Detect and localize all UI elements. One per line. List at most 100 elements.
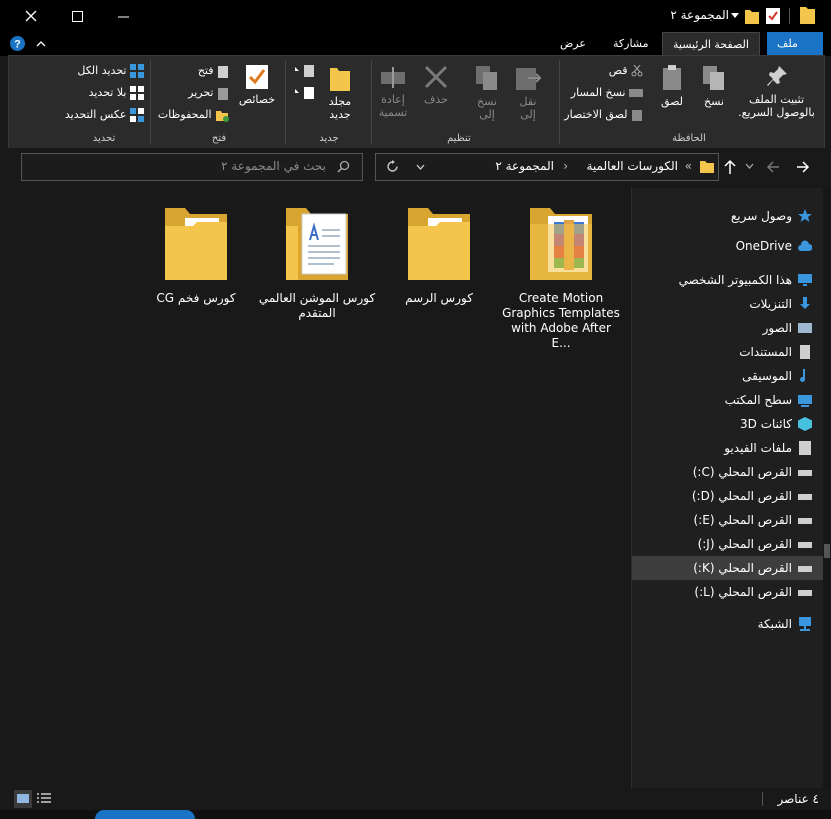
documents-icon	[800, 345, 810, 359]
sidebar-item[interactable]: القرص المحلي (C:)	[693, 460, 812, 484]
item-count: ٤ عناصر	[777, 792, 819, 806]
qat-dropdown-icon[interactable]	[731, 13, 739, 19]
close-button[interactable]	[8, 0, 54, 32]
new-folder-button[interactable]: مجلد جديد	[324, 64, 356, 121]
invert-selection-button[interactable]: عكس التحديد	[65, 108, 144, 122]
pin-icon	[766, 66, 787, 86]
copy-to-icon	[476, 66, 497, 90]
easy-access-icon[interactable]	[294, 86, 316, 100]
sidebar-item[interactable]: هذا الكمبيوتر الشخصي	[679, 268, 812, 292]
clipboard-group-label: الحافظة	[672, 133, 706, 144]
qat-properties-icon[interactable]	[766, 8, 780, 24]
file-name: كورس فخم CG	[156, 291, 236, 305]
minimize-button[interactable]	[100, 0, 146, 32]
star-icon	[798, 209, 812, 222]
paste-shortcut-icon	[632, 110, 642, 121]
ribbon-separator	[285, 60, 286, 144]
rename-button[interactable]: إعادة تسمية	[375, 64, 411, 119]
sidebar-item[interactable]: كائنات 3D	[740, 412, 812, 436]
new-item-icon[interactable]	[294, 64, 316, 78]
address-bar[interactable]: « الكورسات العالمية › المجموعة ٢	[375, 153, 719, 181]
collapse-ribbon-icon[interactable]	[36, 41, 46, 47]
file-item[interactable]: Create Motion Graphics Templates with Ad…	[502, 202, 620, 351]
breadcrumb-item[interactable]: الكورسات العالمية	[586, 159, 678, 173]
search-placeholder: بحث في المجموعة ٢	[221, 159, 326, 173]
sidebar-item[interactable]: الشبكة	[758, 612, 812, 636]
tab-home[interactable]: الصفحة الرئيسية	[662, 32, 760, 56]
sidebar-item-label: ملفات الفيديو	[724, 441, 792, 455]
cloud-icon	[798, 240, 812, 251]
file-item[interactable]: كورس الموشن العالمي المتقدم	[258, 202, 376, 321]
organize-group-label: تنظيم	[447, 133, 471, 144]
address-dropdown-icon[interactable]	[416, 164, 425, 170]
help-icon[interactable]: ?	[10, 36, 25, 51]
tab-share[interactable]: مشاركة	[603, 32, 659, 56]
search-input[interactable]: بحث في المجموعة ٢	[21, 153, 363, 181]
copy-to-label: نسخ إلى	[477, 95, 497, 121]
tab-view[interactable]: عرض	[550, 32, 596, 56]
sidebar-item[interactable]: سطح المكتب	[725, 388, 812, 412]
back-arrow-icon[interactable]	[766, 160, 780, 174]
sidebar-item[interactable]: وصول سريع	[731, 204, 812, 228]
file-item[interactable]: كورس الرسم	[380, 202, 498, 306]
select-all-button[interactable]: تحديد الكل	[77, 64, 144, 78]
select-none-button[interactable]: بلا تحديد	[89, 86, 144, 100]
sidebar-item[interactable]: القرص المحلي (L:)	[694, 580, 812, 604]
rename-icon	[381, 67, 405, 88]
open-label: فتح	[197, 64, 214, 77]
maximize-button[interactable]	[54, 0, 100, 32]
file-item[interactable]: كورس فخم CG	[137, 202, 255, 306]
drive-icon	[798, 470, 812, 476]
delete-button[interactable]: حذف	[421, 64, 451, 106]
breadcrumb-item[interactable]: المجموعة ٢	[495, 159, 554, 173]
open-button[interactable]: فتح	[198, 64, 229, 78]
tab-file[interactable]: ملف	[767, 32, 823, 56]
sidebar-item[interactable]: القرص المحلي (K:)	[632, 556, 824, 580]
copy-button[interactable]: نسخ	[699, 64, 729, 108]
move-to-button[interactable]: نقل إلى	[513, 64, 543, 121]
rename-label: إعادة تسمية	[378, 93, 408, 119]
copy-path-button[interactable]: نسخ المسار	[571, 86, 643, 99]
sidebar-item[interactable]: المستندات	[739, 340, 812, 364]
new-group-label: جديد	[319, 133, 339, 144]
copy-to-button[interactable]: نسخ إلى	[472, 64, 502, 121]
sidebar-item[interactable]: القرص المحلي (D:)	[692, 484, 812, 508]
scrollbar[interactable]	[823, 188, 831, 788]
taskbar-button[interactable]	[95, 810, 195, 819]
properties-button[interactable]: خصائص	[237, 64, 277, 106]
paste-button[interactable]: لصق	[657, 64, 687, 108]
scrollbar-thumb[interactable]	[824, 544, 830, 558]
sidebar-item[interactable]: القرص المحلي (E:)	[694, 508, 812, 532]
forward-arrow-icon[interactable]	[796, 160, 810, 174]
sidebar-item-label: الموسيقى	[742, 369, 792, 383]
sidebar-item[interactable]: OneDrive	[736, 234, 812, 258]
history-button[interactable]: المحفوظات	[158, 108, 229, 122]
large-icons-view-icon[interactable]	[14, 790, 32, 808]
up-arrow-icon[interactable]	[724, 159, 736, 175]
pin-quick-access-button[interactable]: تثبيت الملف بالوصول السريع.	[734, 64, 819, 119]
refresh-icon[interactable]	[386, 160, 399, 173]
sidebar-item[interactable]: القرص المحلي (J:)	[698, 532, 812, 556]
edit-button[interactable]: تحرير	[188, 86, 229, 100]
qat-folder-icon[interactable]	[745, 8, 759, 24]
sidebar-item[interactable]: ملفات الفيديو	[724, 436, 812, 460]
ribbon-separator	[371, 60, 372, 144]
open-icon	[218, 65, 228, 78]
details-view-icon[interactable]	[36, 792, 52, 806]
sidebar-item[interactable]: التنزيلات	[749, 292, 812, 316]
recent-locations-icon[interactable]	[745, 163, 754, 169]
properties-icon	[246, 65, 268, 89]
app-folder-icon	[800, 7, 815, 24]
history-label: المحفوظات	[157, 108, 212, 121]
sidebar-item[interactable]: الموسيقى	[742, 364, 812, 388]
new-folder-icon	[330, 68, 350, 91]
download-icon	[800, 297, 810, 309]
close-icon	[25, 10, 37, 22]
cube-icon	[798, 417, 812, 431]
paste-shortcut-label: لصق الاختصار	[564, 108, 628, 121]
delete-icon	[424, 65, 448, 89]
sidebar-item-label: الصور	[762, 321, 792, 335]
sidebar-item[interactable]: الصور	[763, 316, 812, 340]
cut-button[interactable]: قص	[609, 64, 643, 77]
paste-shortcut-button[interactable]: لصق الاختصار	[564, 108, 643, 121]
